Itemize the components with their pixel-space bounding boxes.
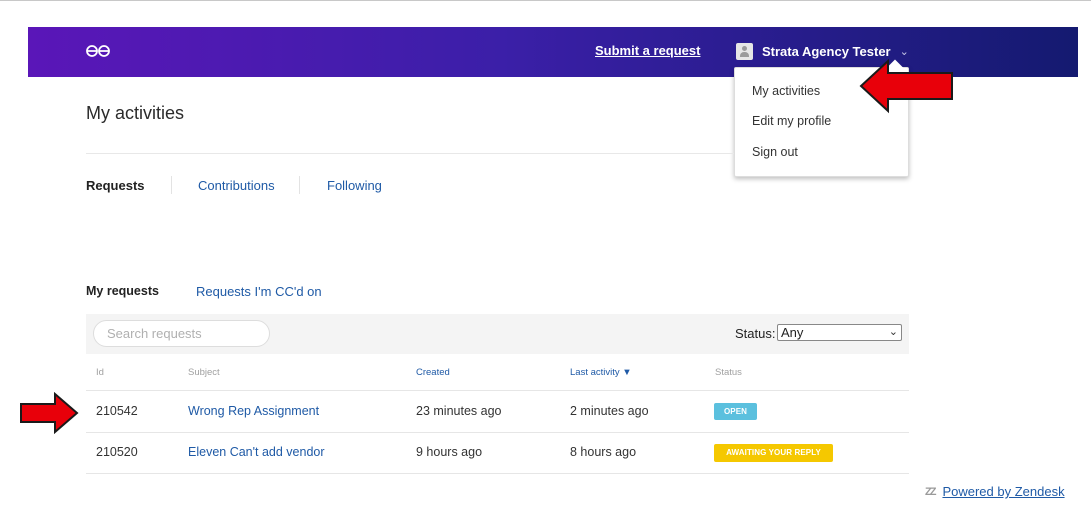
powered-by-zendesk-link[interactable]: ZZ Powered by Zendesk xyxy=(925,484,1065,499)
status-badge: AWAITING YOUR REPLY xyxy=(714,444,833,462)
request-subject-link[interactable]: Eleven Can't add vendor xyxy=(188,445,325,459)
powered-by-text: Powered by Zendesk xyxy=(942,484,1065,499)
status-select-value: Any xyxy=(781,325,804,340)
menu-item-edit-profile[interactable]: Edit my profile xyxy=(752,114,831,128)
brand-logo-icon[interactable] xyxy=(85,41,111,61)
annotation-arrow-icon xyxy=(20,392,79,434)
user-name: Strata Agency Tester xyxy=(762,44,891,59)
request-created: 9 hours ago xyxy=(416,445,483,459)
request-last-activity: 8 hours ago xyxy=(570,445,637,459)
zendesk-icon: ZZ xyxy=(925,485,937,498)
tab-cc-requests[interactable]: Requests I'm CC'd on xyxy=(196,284,322,299)
menu-item-my-activities[interactable]: My activities xyxy=(752,84,820,98)
subnav-contributions[interactable]: Contributions xyxy=(198,178,275,193)
search-input[interactable] xyxy=(93,320,270,347)
column-header-subject: Subject xyxy=(188,367,220,378)
chevron-down-icon: ⌄ xyxy=(899,46,909,58)
subnav-requests[interactable]: Requests xyxy=(86,178,145,193)
request-last-activity: 2 minutes ago xyxy=(570,404,649,418)
avatar xyxy=(736,43,753,60)
table-divider xyxy=(86,473,909,474)
status-select[interactable]: Any ⌄ xyxy=(777,324,902,341)
page-title: My activities xyxy=(86,103,185,123)
column-header-last-activity[interactable]: Last activity ▼ xyxy=(570,367,632,378)
divider xyxy=(86,153,734,154)
top-border xyxy=(0,0,1091,1)
column-header-status: Status xyxy=(715,367,742,378)
status-filter-label: Status: xyxy=(735,326,776,341)
column-header-id: Id xyxy=(96,367,104,378)
request-filter-bar: Status: Any ⌄ xyxy=(86,314,909,354)
request-subject-link[interactable]: Wrong Rep Assignment xyxy=(188,404,319,418)
request-created: 23 minutes ago xyxy=(416,404,502,418)
table-divider xyxy=(86,432,909,433)
annotation-arrow-icon xyxy=(859,58,953,114)
table-divider xyxy=(86,390,909,391)
column-header-created[interactable]: Created xyxy=(416,367,450,378)
request-id: 210520 xyxy=(96,445,138,459)
tab-my-requests[interactable]: My requests xyxy=(86,284,159,298)
request-id: 210542 xyxy=(96,404,138,418)
submit-request-link[interactable]: Submit a request xyxy=(595,43,700,58)
subnav-separator xyxy=(171,176,172,194)
status-badge: OPEN xyxy=(714,403,757,420)
menu-item-sign-out[interactable]: Sign out xyxy=(752,145,798,159)
subnav-separator xyxy=(299,176,300,194)
subnav-following[interactable]: Following xyxy=(327,178,382,193)
chevron-down-icon: ⌄ xyxy=(888,326,898,338)
